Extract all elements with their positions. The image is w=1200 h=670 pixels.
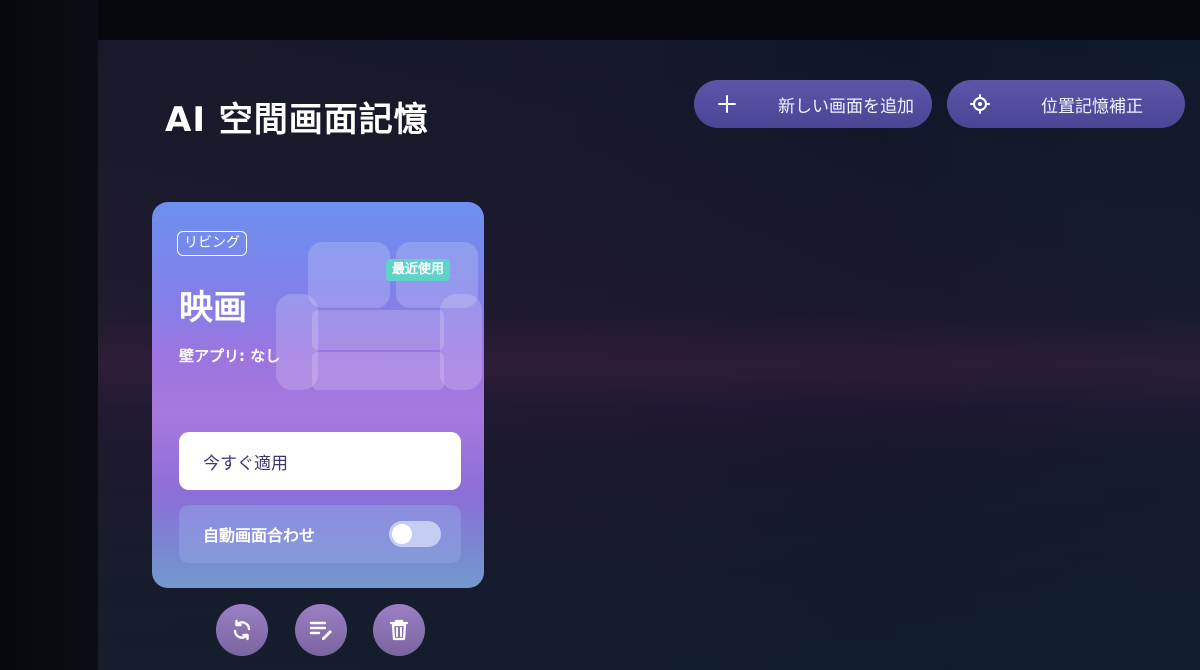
screen-memory-card[interactable]: リビング 最近使用 映画 壁アプリ: なし 今すぐ適用 自動画面合わせ bbox=[152, 202, 484, 588]
edit-list-icon bbox=[309, 621, 332, 640]
calibrate-position-button[interactable]: 位置記憶補正 bbox=[947, 80, 1185, 128]
add-screen-button[interactable]: 新しい画面を追加 bbox=[694, 80, 932, 128]
plus-icon bbox=[714, 91, 740, 117]
target-icon bbox=[967, 91, 993, 117]
add-screen-label: 新しい画面を追加 bbox=[778, 96, 914, 117]
toggle-knob bbox=[392, 524, 412, 544]
trash-icon bbox=[389, 619, 409, 641]
apply-now-label: 今すぐ適用 bbox=[203, 453, 288, 474]
sofa-icon bbox=[276, 242, 482, 390]
page-title: AI 空間画面記憶 bbox=[165, 100, 429, 140]
recent-badge: 最近使用 bbox=[386, 259, 451, 281]
wall-app-status: 壁アプリ: なし bbox=[179, 347, 281, 365]
top-bezel bbox=[98, 0, 1200, 40]
refresh-button[interactable] bbox=[216, 604, 268, 656]
apply-now-button[interactable]: 今すぐ適用 bbox=[179, 432, 461, 490]
auto-match-label: 自動画面合わせ bbox=[203, 526, 316, 545]
calibrate-position-label: 位置記憶補正 bbox=[1041, 96, 1143, 117]
left-bezel bbox=[0, 0, 98, 670]
auto-match-toggle[interactable] bbox=[389, 521, 441, 547]
auto-match-row: 自動画面合わせ bbox=[179, 505, 461, 563]
card-title: 映画 bbox=[179, 288, 247, 328]
room-tag: リビング bbox=[177, 231, 247, 256]
delete-button[interactable] bbox=[373, 604, 425, 656]
refresh-icon bbox=[233, 619, 251, 641]
edit-button[interactable] bbox=[295, 604, 347, 656]
